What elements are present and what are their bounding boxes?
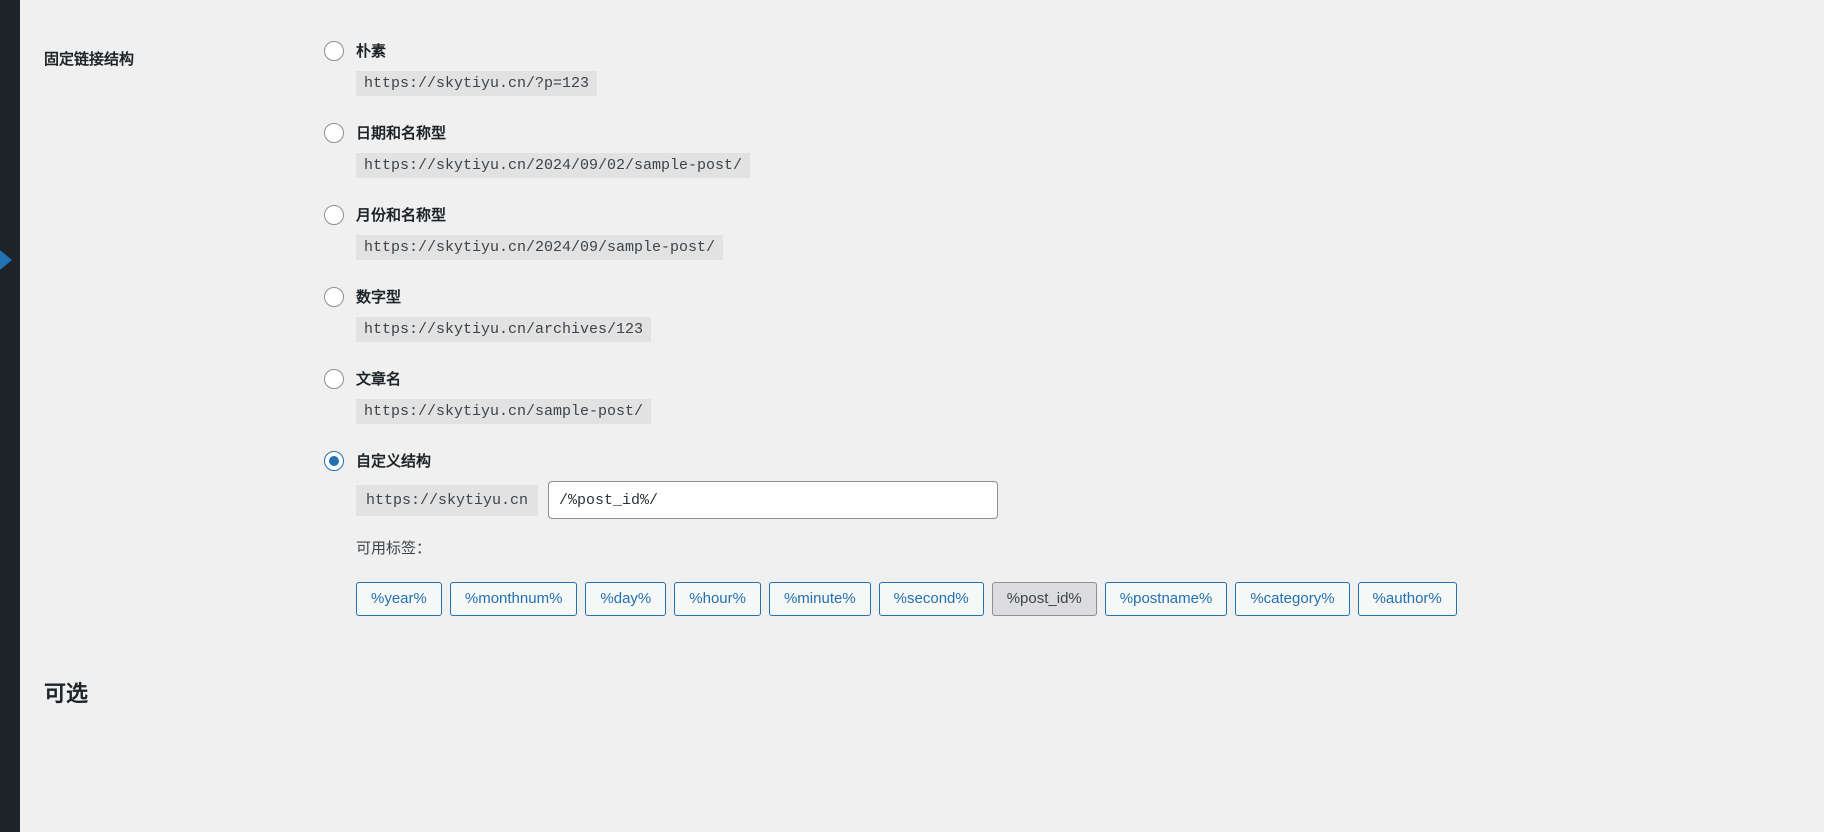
tag-day[interactable]: %day% (585, 582, 666, 616)
radio-custom[interactable] (324, 451, 344, 471)
custom-structure-input[interactable] (548, 481, 998, 519)
example-postname: https://skytiyu.cn/sample-post/ (356, 399, 651, 424)
admin-sidebar (0, 0, 20, 832)
radio-plain[interactable] (324, 41, 344, 61)
radio-custom-label[interactable]: 自定义结构 (356, 450, 431, 471)
tag-buttons-row: %year% %monthnum% %day% %hour% %minute% … (356, 582, 1800, 616)
example-day-name: https://skytiyu.cn/2024/09/02/sample-pos… (356, 153, 750, 178)
tag-year[interactable]: %year% (356, 582, 442, 616)
radio-day-name[interactable] (324, 123, 344, 143)
settings-content: 固定链接结构 朴素 https://skytiyu.cn/?p=123 日期和名… (20, 0, 1824, 708)
optional-section-heading: 可选 (44, 676, 1800, 708)
tag-second[interactable]: %second% (879, 582, 984, 616)
tag-post-id[interactable]: %post_id% (992, 582, 1097, 616)
tag-hour[interactable]: %hour% (674, 582, 761, 616)
tag-author[interactable]: %author% (1358, 582, 1457, 616)
radio-month-name-label[interactable]: 月份和名称型 (356, 204, 446, 225)
tag-minute[interactable]: %minute% (769, 582, 871, 616)
radio-month-name[interactable] (324, 205, 344, 225)
example-month-name: https://skytiyu.cn/2024/09/sample-post/ (356, 235, 723, 260)
tag-monthnum[interactable]: %monthnum% (450, 582, 578, 616)
tag-postname[interactable]: %postname% (1105, 582, 1228, 616)
custom-prefix: https://skytiyu.cn (356, 485, 538, 516)
radio-plain-label[interactable]: 朴素 (356, 40, 386, 61)
radio-postname[interactable] (324, 369, 344, 389)
radio-numeric[interactable] (324, 287, 344, 307)
available-tags-label: 可用标签： (356, 537, 1800, 558)
tag-category[interactable]: %category% (1235, 582, 1349, 616)
example-plain: https://skytiyu.cn/?p=123 (356, 71, 597, 96)
example-numeric: https://skytiyu.cn/archives/123 (356, 317, 651, 342)
permalink-structure-heading: 固定链接结构 (44, 40, 324, 69)
radio-numeric-label[interactable]: 数字型 (356, 286, 401, 307)
radio-day-name-label[interactable]: 日期和名称型 (356, 122, 446, 143)
radio-postname-label[interactable]: 文章名 (356, 368, 401, 389)
sidebar-active-indicator (0, 250, 12, 270)
